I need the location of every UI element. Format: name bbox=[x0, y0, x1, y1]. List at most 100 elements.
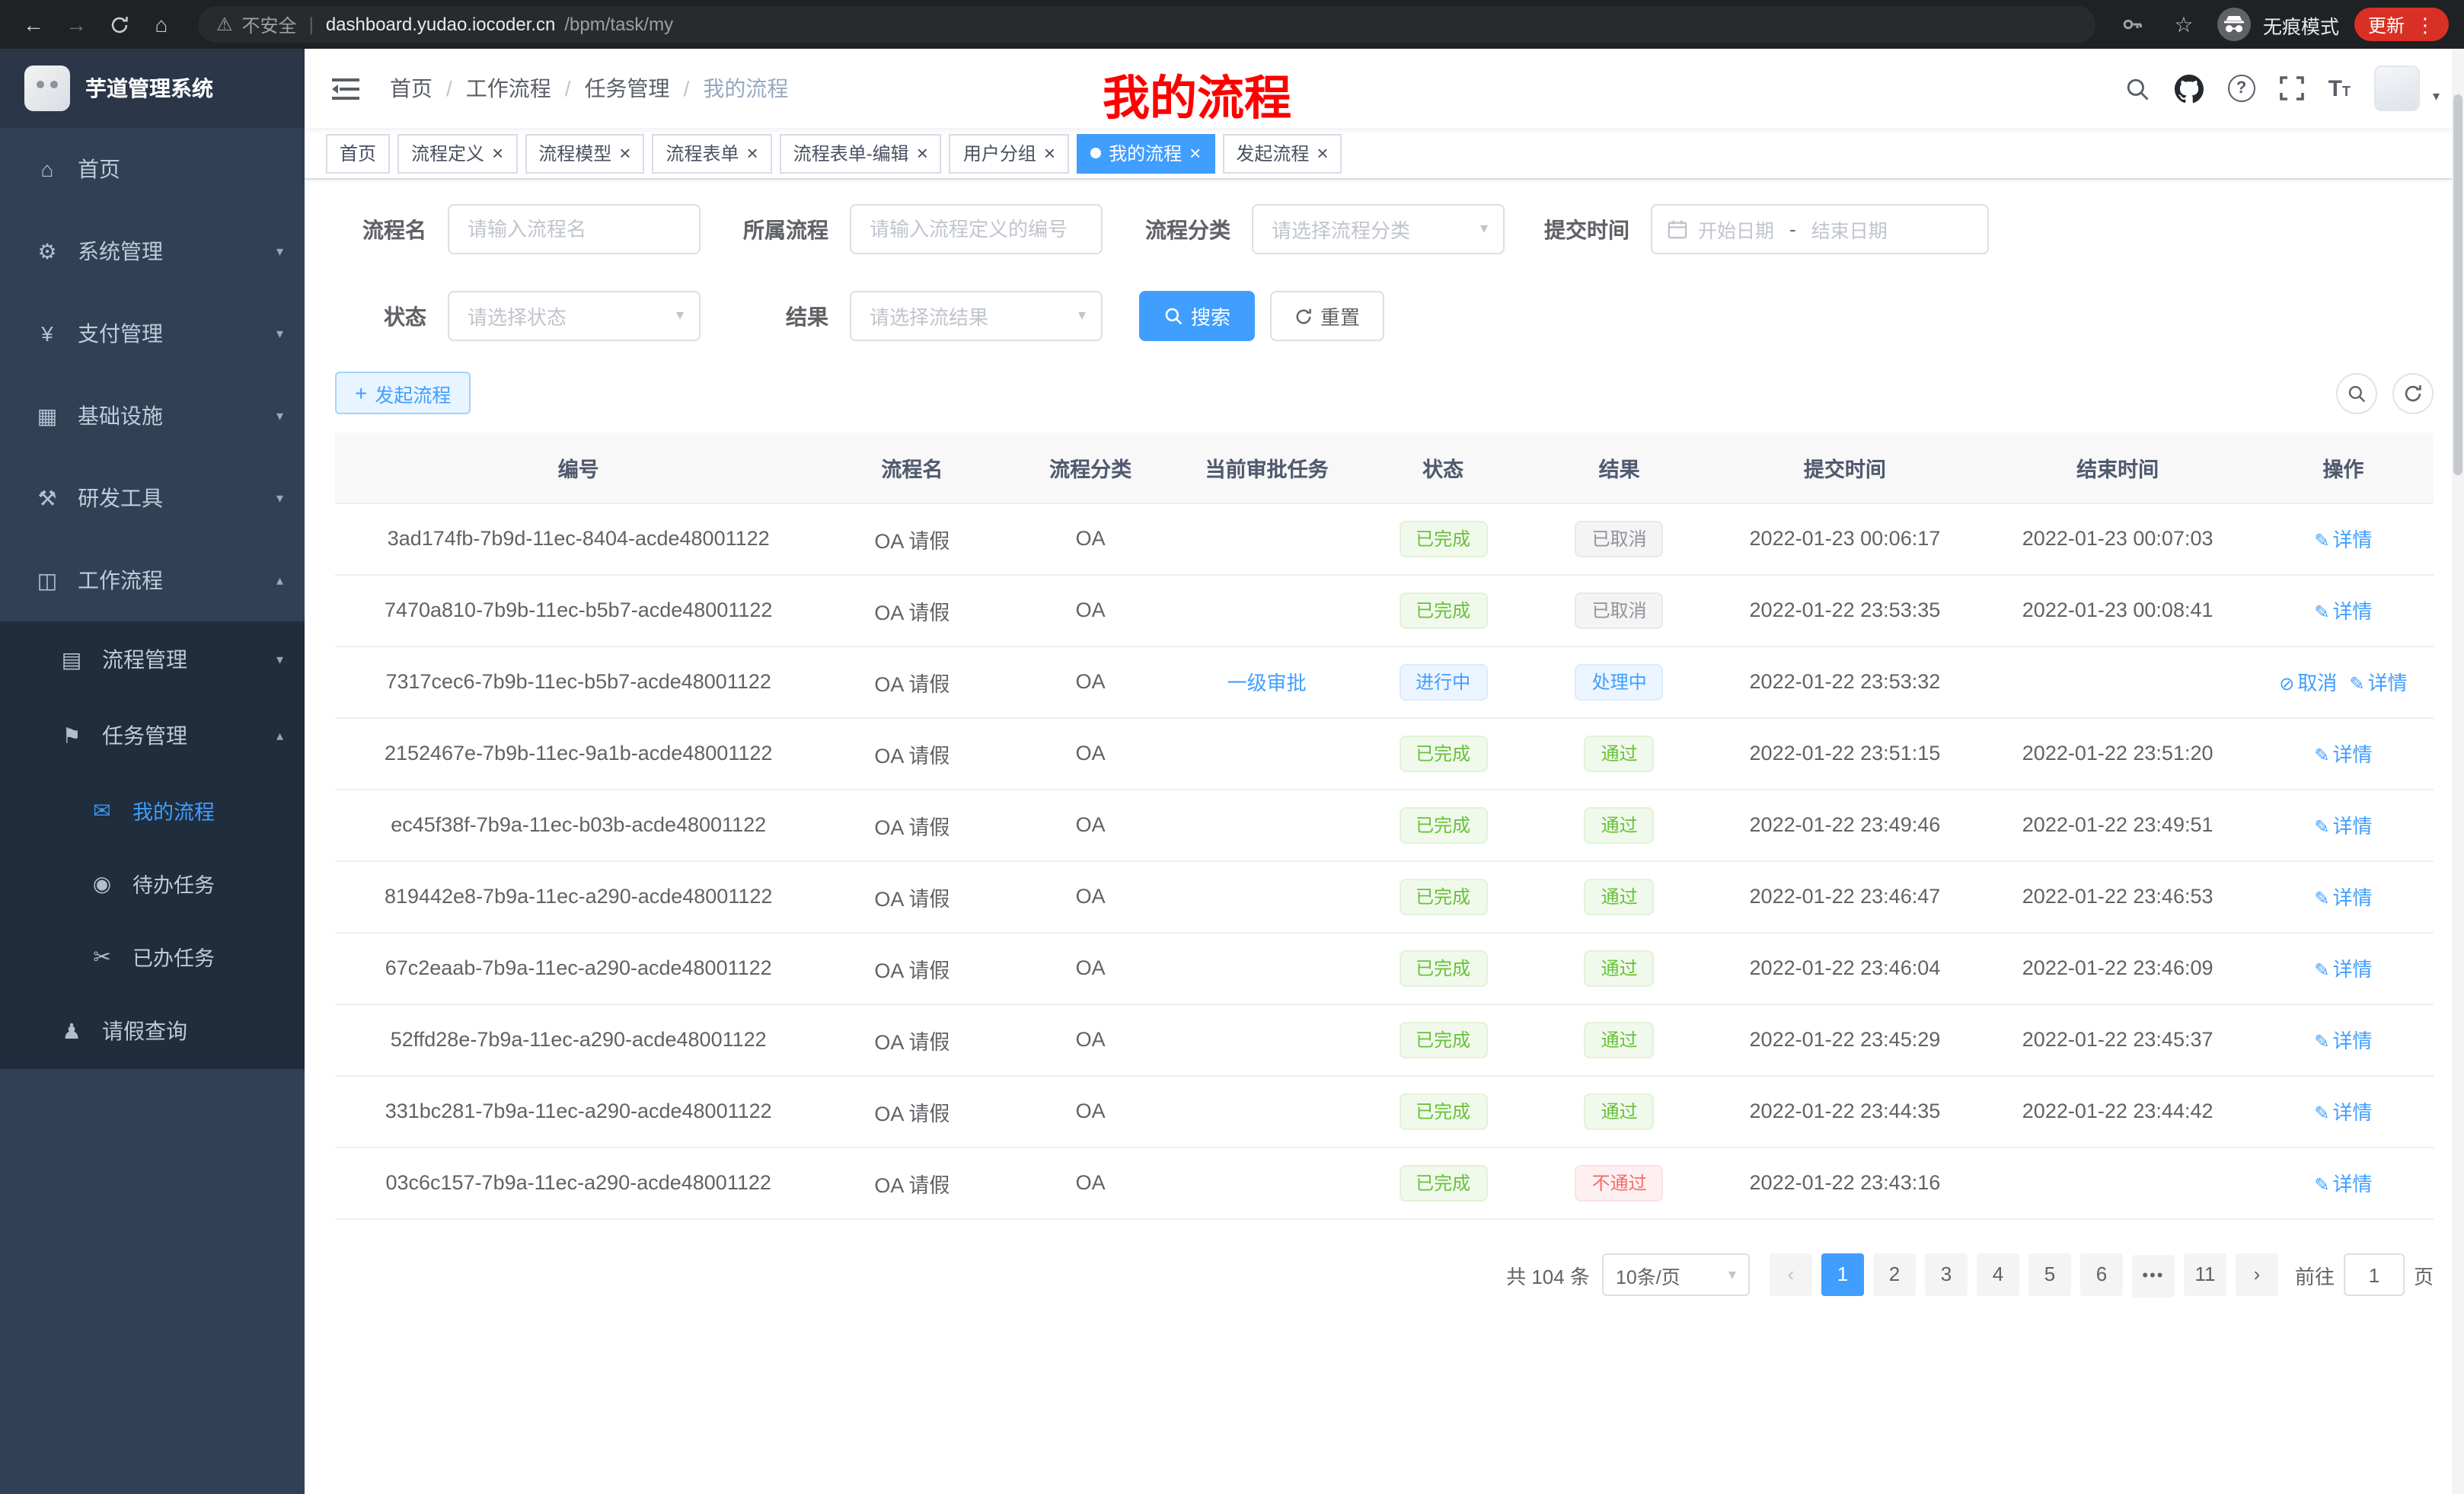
close-icon[interactable]: × bbox=[1044, 143, 1055, 163]
status-select[interactable]: 请选择状态 ▾ bbox=[448, 291, 701, 341]
sidebar-item-leave-query[interactable]: ♟请假查询 bbox=[0, 993, 305, 1069]
detail-link[interactable]: ✎详情 bbox=[2314, 886, 2372, 909]
sidebar-item-dev-tools[interactable]: ⚒研发工具▾ bbox=[0, 457, 305, 539]
cell-submit-time: 2022-01-22 23:46:47 bbox=[1707, 860, 1982, 932]
breadcrumb-item[interactable]: 工作流程 bbox=[466, 73, 551, 104]
github-glyph bbox=[2175, 74, 2204, 103]
page-button-3[interactable]: 3 bbox=[1925, 1253, 1968, 1295]
password-key-icon[interactable] bbox=[2114, 6, 2150, 43]
search-button[interactable]: 搜索 bbox=[1139, 291, 1255, 341]
detail-link[interactable]: ✎详情 bbox=[2314, 1101, 2372, 1124]
page-button-6[interactable]: 6 bbox=[2080, 1253, 2123, 1295]
page-button-5[interactable]: 5 bbox=[2028, 1253, 2071, 1295]
detail-link[interactable]: ✎详情 bbox=[2314, 743, 2372, 766]
sidebar-item-process-management[interactable]: ▤流程管理▾ bbox=[0, 621, 305, 698]
avatar[interactable] bbox=[2375, 65, 2421, 111]
page-button-1[interactable]: 1 bbox=[1821, 1253, 1864, 1295]
menu-fold-icon[interactable] bbox=[329, 72, 362, 105]
sidebar-item-done-task[interactable]: ✂已办任务 bbox=[0, 920, 305, 993]
tab-label: 流程表单 bbox=[665, 140, 739, 166]
tab-process-model[interactable]: 流程模型× bbox=[525, 133, 644, 173]
toggle-search-icon[interactable] bbox=[2336, 372, 2377, 413]
github-icon[interactable] bbox=[2175, 72, 2204, 105]
address-bar[interactable]: ⚠ 不安全 | dashboard.yudao.iocoder.cn/bpm/t… bbox=[198, 6, 2095, 43]
detail-link[interactable]: ✎详情 bbox=[2314, 1173, 2372, 1196]
breadcrumb-item[interactable]: 任务管理 bbox=[585, 73, 670, 104]
detail-link[interactable]: ✎详情 bbox=[2314, 600, 2372, 623]
result-placeholder: 请选择流结果 bbox=[870, 302, 1078, 330]
close-icon[interactable]: × bbox=[619, 143, 630, 163]
sidebar-item-home[interactable]: ⌂首页 bbox=[0, 128, 305, 210]
tab-process-form-edit[interactable]: 流程表单-编辑× bbox=[780, 133, 942, 173]
cell-category: OA bbox=[1002, 1075, 1179, 1147]
user-icon: ♟ bbox=[55, 1018, 88, 1044]
submit-time-range-picker[interactable]: 开始日期 - 结束日期 bbox=[1651, 204, 1989, 254]
close-icon[interactable]: × bbox=[917, 143, 928, 163]
refresh-table-icon[interactable] bbox=[2392, 372, 2434, 413]
forward-icon[interactable]: → bbox=[58, 6, 94, 43]
page-button-4[interactable]: 4 bbox=[1977, 1253, 2019, 1295]
reload-icon[interactable] bbox=[101, 6, 137, 43]
sidebar-item-task-management[interactable]: ⚑任务管理▴ bbox=[0, 698, 305, 774]
detail-link[interactable]: ✎详情 bbox=[2314, 815, 2372, 838]
pager-ellipsis[interactable]: ••• bbox=[2132, 1254, 2175, 1297]
app-logo[interactable]: 芋道管理系统 bbox=[0, 49, 305, 128]
search-icon[interactable] bbox=[2124, 72, 2150, 105]
cell-submit-time: 2022-01-22 23:53:35 bbox=[1707, 574, 1982, 646]
cell-end-time: 2022-01-22 23:49:51 bbox=[1982, 789, 2253, 860]
gear-icon: ⚙ bbox=[30, 238, 64, 264]
category-select[interactable]: 请选择流程分类 ▾ bbox=[1252, 204, 1505, 254]
breadcrumb-item[interactable]: 首页 bbox=[390, 73, 432, 104]
browser-menu-icon[interactable]: ⋮ bbox=[2415, 14, 2435, 34]
sidebar-item-system[interactable]: ⚙系统管理▾ bbox=[0, 210, 305, 292]
sidebar-item-my-process[interactable]: ✉我的流程 bbox=[0, 774, 305, 847]
tab-start-process[interactable]: 发起流程× bbox=[1222, 133, 1342, 173]
back-icon[interactable]: ← bbox=[15, 6, 52, 43]
edit-icon: ✎ bbox=[2314, 959, 2329, 981]
reset-button[interactable]: 重置 bbox=[1270, 291, 1384, 341]
search-button-label: 搜索 bbox=[1191, 302, 1230, 330]
close-icon[interactable]: × bbox=[747, 143, 758, 163]
page-button-2[interactable]: 2 bbox=[1873, 1253, 1916, 1295]
task-link[interactable]: 一级审批 bbox=[1227, 672, 1307, 694]
bookmark-star-icon[interactable]: ☆ bbox=[2166, 6, 2202, 43]
sidebar-item-workflow[interactable]: ◫工作流程▴ bbox=[0, 539, 305, 621]
close-icon[interactable]: × bbox=[1189, 143, 1201, 163]
close-icon[interactable]: × bbox=[1317, 143, 1328, 163]
sidebar-item-todo-task[interactable]: ◉待办任务 bbox=[0, 847, 305, 920]
cancel-link[interactable]: ⊘取消 bbox=[2279, 672, 2337, 694]
detail-link[interactable]: ✎详情 bbox=[2314, 958, 2372, 981]
tab-user-group[interactable]: 用户分组× bbox=[950, 133, 1069, 173]
result-select[interactable]: 请选择流结果 ▾ bbox=[850, 291, 1103, 341]
cell-actions: ✎详情 bbox=[2253, 1075, 2434, 1147]
page-scrollbar[interactable] bbox=[2452, 49, 2464, 1494]
close-icon[interactable]: × bbox=[492, 143, 503, 163]
tab-process-form[interactable]: 流程表单 × bbox=[652, 133, 771, 173]
tab-my-process[interactable]: 我的流程× bbox=[1077, 133, 1214, 173]
goto-page-input[interactable] bbox=[2344, 1253, 2405, 1296]
sidebar-item-payment[interactable]: ¥支付管理▾ bbox=[0, 292, 305, 375]
process-name-input[interactable] bbox=[448, 204, 701, 254]
cell-status: 已完成 bbox=[1355, 503, 1531, 574]
sidebar-item-infrastructure[interactable]: ▦基础设施▾ bbox=[0, 375, 305, 457]
detail-link[interactable]: ✎详情 bbox=[2349, 672, 2407, 694]
page-button-11[interactable]: 11 bbox=[2184, 1253, 2226, 1295]
create-process-button[interactable]: + 发起流程 bbox=[335, 372, 471, 414]
fullscreen-icon[interactable] bbox=[2280, 72, 2304, 105]
tab-process-definition[interactable]: 流程定义× bbox=[397, 133, 517, 173]
tab-home[interactable]: 首页 bbox=[326, 133, 390, 173]
detail-link[interactable]: ✎详情 bbox=[2314, 1030, 2372, 1052]
detail-link[interactable]: ✎详情 bbox=[2314, 528, 2372, 551]
cell-result: 通过 bbox=[1531, 789, 1708, 860]
help-icon[interactable]: ? bbox=[2228, 75, 2255, 102]
scrollbar-thumb[interactable] bbox=[2453, 94, 2462, 475]
next-page-button[interactable]: › bbox=[2236, 1253, 2278, 1296]
update-button[interactable]: 更新 ⋮ bbox=[2354, 8, 2449, 41]
caret-down-icon[interactable]: ▾ bbox=[2433, 88, 2440, 111]
process-def-input[interactable] bbox=[850, 204, 1103, 254]
prev-page-button[interactable]: ‹ bbox=[1770, 1253, 1812, 1296]
page-size-select[interactable]: 10条/页 ▾ bbox=[1602, 1253, 1750, 1296]
font-size-icon[interactable]: TT bbox=[2328, 72, 2351, 105]
update-label: 更新 bbox=[2368, 11, 2405, 37]
browser-home-icon[interactable]: ⌂ bbox=[143, 6, 180, 43]
